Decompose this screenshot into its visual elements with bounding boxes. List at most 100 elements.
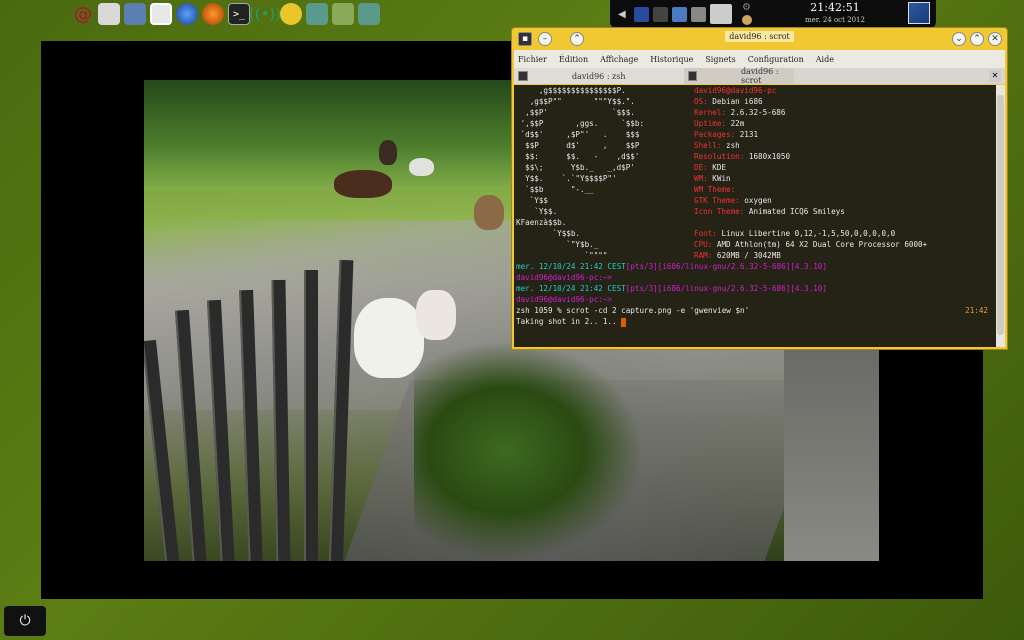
scrollbar[interactable] — [996, 85, 1005, 347]
tab-zsh[interactable]: david96 : zsh — [514, 68, 684, 84]
terminal-icon — [518, 71, 528, 81]
ascii-art-line: $$P d$' , $$P — [516, 141, 640, 150]
system-info-line: WM Theme: — [694, 184, 735, 195]
image-viewer-icon[interactable] — [358, 3, 380, 25]
folder-icon[interactable] — [98, 3, 120, 25]
prompt-version: [4.3.10] — [790, 284, 827, 293]
terminal-output[interactable]: ,g$$$$$$$$$$$$$$$P. david96@david96-pc ,g… — [514, 85, 996, 347]
cursor — [621, 317, 627, 327]
flag-icon[interactable] — [634, 6, 649, 22]
prompt-version: [4.3.10] — [790, 262, 827, 271]
info-label: WM: — [694, 174, 708, 183]
minimize-icon[interactable]: ⌄ — [952, 32, 966, 46]
faenza-text: KFaenza — [516, 218, 549, 227]
konsole-window: ▪ – ⌃ david96 : scrot ⌄ ⌃ ✕ Fichier Édit… — [511, 27, 1008, 350]
ascii-art-line: `"Y$b._ — [516, 240, 599, 249]
goat — [379, 140, 397, 165]
users-icon[interactable] — [332, 3, 354, 25]
gear-icon[interactable]: ⚙ — [742, 2, 751, 13]
close-icon[interactable]: ✕ — [988, 32, 1002, 46]
info-label: CPU: — [694, 240, 713, 249]
ascii-art-line: ,$$P' `$$$. — [516, 108, 635, 117]
maximize-icon[interactable]: ⌃ — [970, 32, 984, 46]
prompt-line: mer. 12/10/24 21:42 CEST[pts/3][i686/lin… — [514, 261, 996, 272]
info-label: Shell: — [694, 141, 722, 150]
info-value: KWin — [712, 174, 731, 183]
tray-arrow-icon[interactable]: ◀ — [618, 9, 630, 20]
globe-icon[interactable] — [176, 3, 198, 25]
wifi-icon[interactable]: ((•)) — [249, 3, 281, 25]
prompt-date: mer. 12/10/24 21:42 CEST — [516, 262, 626, 271]
eject-icon[interactable] — [710, 4, 732, 24]
info-label: OS: — [694, 97, 708, 106]
info-label: david96@david96-pc — [694, 86, 777, 95]
network-icon[interactable] — [672, 6, 687, 22]
info-value: Animated ICQ6 Smileys — [748, 207, 845, 216]
close-tab-icon[interactable]: ✕ — [989, 70, 1001, 82]
desktop-preview-icon[interactable] — [908, 2, 930, 24]
info-value: 2.6.32-5-686 — [730, 108, 786, 117]
terminal-line: Y$$. `.`"Y$$$$P"' WM: KWin — [514, 173, 996, 184]
prompt-pts: [pts/3] — [625, 262, 658, 271]
ascii-art-line: ,g$$P"" """Y$$.". — [516, 97, 635, 106]
terminal-line: ,$$P' `$$$. Kernel: 2.6.32-5-686 — [514, 107, 996, 118]
system-info-line: GTK Theme: oxygen — [694, 195, 772, 206]
info-label: Font: — [694, 229, 717, 238]
clock[interactable]: 21:42:51 mer. 24 oct 2012 — [780, 0, 890, 28]
info-label: Uptime: — [694, 119, 727, 128]
ascii-art-line: $$: $$. - ,d$$' — [516, 152, 640, 161]
info-label: Packages: — [694, 130, 736, 139]
goat — [334, 170, 392, 198]
prompt-line: david96@david96-pc:~> — [514, 272, 996, 283]
terminal-line: `$$b. KFaenza — [514, 217, 996, 228]
menu-configuration[interactable]: Configuration — [748, 55, 804, 64]
ascii-art-line: `Y$$. — [516, 207, 558, 216]
terminal-line: `d$$' ,$P"' . $$$ Packages: 2131 — [514, 129, 996, 140]
prompt-user: david96@david96-pc:~> — [516, 295, 613, 304]
terminal-line: `Y$$ GTK Theme: oxygen — [514, 195, 996, 206]
output-line: Taking shot in 2.. 1.. — [514, 316, 996, 327]
notification-icon[interactable] — [742, 15, 752, 25]
terminal-line: `"Y$b._ CPU: AMD Athlon(tm) 64 X2 Dual Co… — [514, 239, 996, 250]
ascii-art-line: `Y$$b. — [516, 229, 581, 238]
debian-icon[interactable]: @ — [72, 3, 94, 25]
image-icon[interactable] — [306, 3, 328, 25]
tab-bar: david96 : zsh david96 : scrot ✕ — [514, 67, 1005, 85]
system-info-line: CPU: AMD Athlon(tm) 64 X2 Dual Core Proc… — [694, 239, 927, 250]
goat — [474, 195, 504, 230]
goat — [416, 290, 456, 340]
menu-edition[interactable]: Édition — [559, 55, 588, 64]
power-button[interactable]: ⏻ — [4, 606, 46, 636]
info-value: 22m — [730, 119, 745, 128]
system-info-line: Font: Linux Libertine 0,12,-1,5,50,0,0,0… — [694, 228, 895, 239]
app-launcher: @ >_ ((•)) — [72, 0, 380, 28]
system-info-line: Packages: 2131 — [694, 129, 758, 140]
terminal-line: `"""" RAM: 620MB / 3042MB — [514, 250, 996, 261]
tab-scrot[interactable]: david96 : scrot — [684, 67, 794, 85]
terminal-line: ,g$$P"" """Y$$.". OS: Debian i686 — [514, 96, 996, 107]
menu-historique[interactable]: Historique — [650, 55, 693, 64]
scroll-thumb[interactable] — [997, 95, 1004, 335]
terminal-line: ',$$P ,ggs. `$$b: Uptime: 22m — [514, 118, 996, 129]
audio-icon[interactable] — [653, 6, 668, 22]
goat — [354, 298, 424, 378]
terminal-line: $$: $$. - ,d$$' Resolution: 1680x1050 — [514, 151, 996, 162]
window-titlebar[interactable]: ▪ – ⌃ david96 : scrot ⌄ ⌃ ✕ — [512, 28, 1007, 50]
rss-icon[interactable] — [202, 3, 224, 25]
menu-signets[interactable]: Signets — [705, 55, 735, 64]
system-icon[interactable] — [124, 3, 146, 25]
teapot-icon[interactable] — [280, 3, 302, 25]
terminal-icon[interactable]: >_ — [228, 3, 250, 25]
prompt-pts: [pts/3] — [625, 284, 658, 293]
menu-aide[interactable]: Aide — [816, 55, 834, 64]
prompt-line: david96@david96-pc:~> — [514, 294, 996, 305]
menu-fichier[interactable]: Fichier — [518, 55, 547, 64]
menu-affichage[interactable]: Affichage — [600, 55, 638, 64]
system-info-line: Icon Theme: Animated ICQ6 Smileys — [694, 206, 845, 217]
battery-icon[interactable] — [691, 6, 706, 22]
ascii-art-line: $$\; Y$b._ _,d$P' — [516, 163, 635, 172]
info-label: GTK Theme: — [694, 196, 740, 205]
info-label: Icon Theme: — [694, 207, 745, 216]
chat-icon[interactable] — [150, 3, 172, 25]
terminal-line: `Y$$b. Font: Linux Libertine 0,12,-1,5,50… — [514, 228, 996, 239]
